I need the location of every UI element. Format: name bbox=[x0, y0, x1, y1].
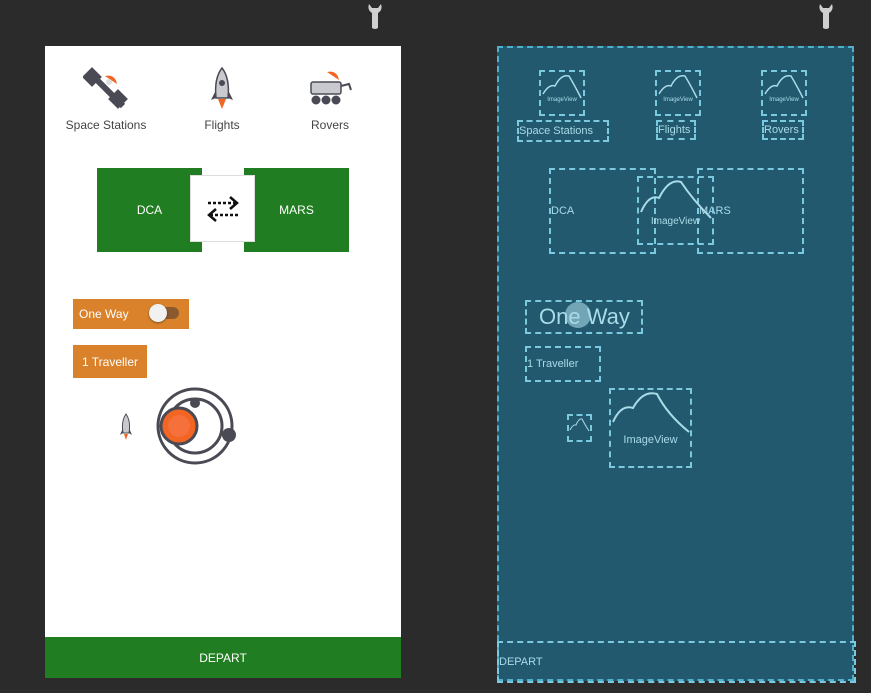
destination-button[interactable]: MARS bbox=[244, 168, 349, 252]
category-label: Rovers bbox=[764, 124, 799, 136]
wrench-icon[interactable] bbox=[367, 2, 383, 30]
solar-system-icon bbox=[156, 387, 236, 465]
imageview-label: ImageView bbox=[769, 97, 799, 103]
imageview-label: ImageView bbox=[623, 434, 678, 446]
imageview-label: ImageView bbox=[547, 97, 577, 103]
category-label: Space Stations bbox=[519, 125, 593, 137]
textview-outline[interactable]: Flights bbox=[656, 120, 696, 140]
category-space-stations[interactable]: Space Stations bbox=[56, 66, 156, 132]
imageview-label: ImageView bbox=[650, 216, 701, 227]
category-flights[interactable]: Flights bbox=[172, 66, 272, 132]
origin-label: DCA bbox=[136, 203, 163, 217]
textview-outline[interactable]: Rovers bbox=[762, 120, 804, 140]
origin-button[interactable]: DCA bbox=[97, 168, 202, 252]
toggle-switch[interactable] bbox=[149, 304, 179, 322]
switch-thumb[interactable] bbox=[565, 302, 591, 328]
category-label: Flights bbox=[204, 118, 240, 132]
traveller-button[interactable]: 1 Traveller bbox=[73, 345, 147, 378]
toggle-knob[interactable] bbox=[149, 304, 167, 322]
imageview-outline[interactable]: ImageView bbox=[637, 176, 714, 245]
traveller-label: 1 Traveller bbox=[82, 354, 139, 369]
rocket-icon bbox=[211, 66, 233, 109]
imageview-outline[interactable]: ImageView bbox=[655, 70, 701, 116]
category-label: Rovers bbox=[310, 118, 349, 132]
category-rovers[interactable]: Rovers bbox=[280, 66, 380, 132]
depart-button[interactable]: DEPART bbox=[45, 637, 401, 678]
blueprint-preview: ImageView ImageView ImageView Space Stat… bbox=[497, 46, 856, 683]
imageview-outline[interactable] bbox=[567, 414, 592, 442]
traveller-button-outline[interactable]: 1 Traveller bbox=[525, 346, 601, 382]
depart-label: DEPART bbox=[199, 650, 247, 665]
depart-button-outline[interactable]: DEPART bbox=[497, 641, 856, 683]
imageview-outline[interactable]: ImageView bbox=[539, 70, 585, 116]
wrench-icon[interactable] bbox=[818, 2, 834, 30]
satellite-icon bbox=[83, 67, 128, 109]
destination-label: MARS bbox=[279, 203, 314, 217]
swap-arrows-icon bbox=[206, 195, 239, 222]
swap-button[interactable] bbox=[190, 175, 255, 242]
category-label: Flights bbox=[658, 124, 691, 136]
textview-outline[interactable]: Space Stations bbox=[517, 120, 609, 142]
imageview-outline[interactable]: ImageView bbox=[761, 70, 807, 116]
imageview-label: ImageView bbox=[663, 97, 693, 103]
depart-label: DEPART bbox=[499, 656, 543, 668]
category-label: Space Stations bbox=[65, 118, 147, 132]
origin-label: DCA bbox=[551, 205, 575, 217]
traveller-label: 1 Traveller bbox=[527, 358, 579, 370]
rover-icon bbox=[310, 71, 352, 105]
rocket-icon bbox=[120, 413, 132, 440]
design-preview: Space Stations Flights Rovers DCA MARS O… bbox=[45, 46, 401, 678]
trip-type-label: One Way bbox=[79, 307, 129, 321]
trip-type-toggle[interactable]: One Way bbox=[73, 299, 189, 329]
imageview-outline[interactable]: ImageView bbox=[609, 388, 692, 468]
